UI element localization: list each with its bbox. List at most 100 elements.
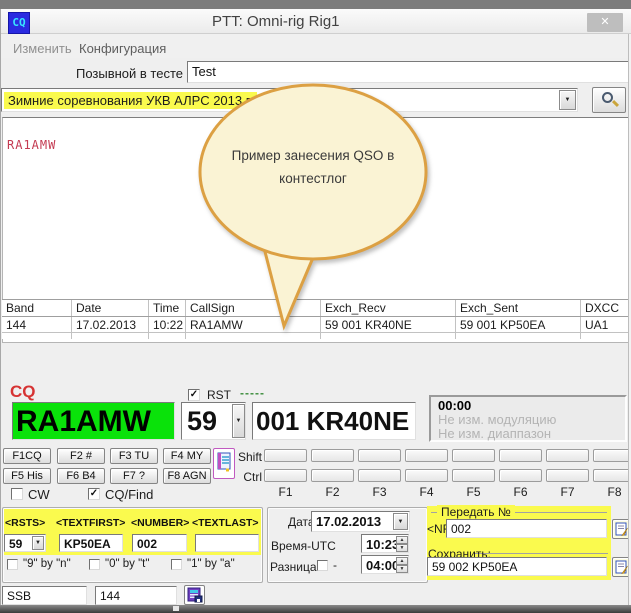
macro-header-number: <NUMBER> (131, 517, 189, 529)
exchange-input[interactable]: 001 KR40NE (252, 402, 416, 440)
close-icon: ✕ (600, 16, 609, 28)
callsign-input[interactable]: RA1AMW (12, 402, 175, 440)
search-icon-handle (612, 100, 619, 107)
spin-up-icon[interactable]: ▲ (396, 536, 408, 544)
shift-macro-slot[interactable] (452, 449, 495, 462)
cw-checkbox[interactable] (11, 488, 23, 500)
close-button[interactable]: ✕ (587, 13, 623, 32)
ctrl-macro-slot[interactable] (499, 469, 542, 482)
app-window: CQ PTT: Omni-rig Rig1 ✕ Изменить Конфигу… (0, 0, 631, 613)
left-window-border (0, 9, 1, 605)
ctrl-macro-slot[interactable] (311, 469, 354, 482)
sub-0t-checkbox[interactable] (89, 559, 100, 570)
sub-9n-label: "9" by "n" (23, 558, 71, 570)
fkey-button-f8agn[interactable]: F8 AGN (163, 468, 211, 484)
shift-macro-slot[interactable] (546, 449, 589, 462)
sub-9n-checkbox[interactable] (7, 559, 18, 570)
top-desktop-strip (0, 0, 631, 9)
number-input[interactable]: 002 (132, 534, 187, 552)
diff-checkbox[interactable] (317, 560, 328, 571)
menu-item-edit[interactable]: Изменить (13, 41, 72, 56)
ctrl-macro-slot[interactable] (452, 469, 495, 482)
shift-macro-slot[interactable] (311, 449, 354, 462)
fkey-button-f6b4[interactable]: F6 B4 (57, 468, 105, 484)
ctrl-macro-slot[interactable] (405, 469, 448, 482)
callout-balloon (150, 78, 480, 334)
fkey-button-f7[interactable]: F7 ? (110, 468, 158, 484)
sub-0t-label: "0" by "t" (105, 558, 149, 570)
mode-input[interactable]: SSB (2, 586, 87, 605)
check-icon: ✓ (190, 389, 198, 400)
rst-dropdown-button[interactable]: ▼ (232, 404, 245, 438)
window-title: PTT: Omni-rig Rig1 (212, 13, 340, 30)
doc-pencil-icon (615, 560, 629, 574)
shift-macro-slot[interactable] (264, 449, 307, 462)
date-dropdown-button[interactable]: ▼ (393, 513, 408, 530)
chevron-down-icon: ▼ (236, 418, 242, 424)
textfirst-input[interactable]: KP50EA (59, 534, 123, 552)
transmit-group-label: Передать № (437, 505, 515, 519)
spin-down-icon[interactable]: ▼ (396, 544, 408, 552)
fkey-column-label: F1 (264, 485, 307, 499)
column-header[interactable]: Date (72, 300, 149, 316)
chevron-down-icon: ▼ (565, 97, 571, 103)
callout-line-1: Пример занесения QSO в (212, 148, 414, 163)
save-exchange-input[interactable]: 59 002 KP50EA (427, 557, 607, 576)
cell-band: 144 (2, 317, 72, 332)
diff-label: Разница (270, 560, 317, 574)
fkey-column-label: F7 (546, 485, 589, 499)
fkey-button-f3tu[interactable]: F3 TU (110, 448, 158, 464)
macro-header-textfirst: <TEXTFIRST> (56, 517, 125, 529)
column-header[interactable]: DXCC (581, 300, 629, 316)
fkey-column-label: F3 (358, 485, 401, 499)
spin-up-icon[interactable]: ▲ (396, 557, 408, 565)
cell-dxcc: UA1 (581, 317, 629, 332)
bottom-edge-strip (0, 605, 631, 613)
rsts-dropdown-button[interactable]: ▼ (32, 536, 44, 550)
shift-macro-slot[interactable] (405, 449, 448, 462)
fkey-column-label: F5 (452, 485, 495, 499)
shift-macro-slot[interactable] (499, 449, 542, 462)
ctrl-macro-slot[interactable] (264, 469, 307, 482)
callout-text: Пример занесения QSO в контестлог (212, 148, 414, 186)
sub-1a-label: "1" by "a" (187, 558, 235, 570)
cq-label: CQ (10, 382, 36, 402)
rst-checkbox[interactable]: ✓ (188, 389, 200, 401)
fkey-column-label: F8 (593, 485, 631, 499)
column-header[interactable]: Band (2, 300, 72, 316)
ctrl-macro-slot[interactable] (546, 469, 589, 482)
app-icon: CQ (8, 12, 30, 34)
menu-item-configuration[interactable]: Конфигурация (79, 41, 166, 56)
rst-dashes: ----- (240, 386, 265, 400)
fkey-column-label: F4 (405, 485, 448, 499)
sub-1a-checkbox[interactable] (171, 559, 182, 570)
shift-macro-slot[interactable] (358, 449, 401, 462)
save-log-button[interactable] (184, 585, 205, 605)
contest-dropdown-button[interactable]: ▼ (559, 90, 576, 110)
textlast-input[interactable] (195, 534, 259, 552)
contest-search-button[interactable] (592, 87, 626, 113)
fkey-column-label: F6 (499, 485, 542, 499)
nr-input[interactable]: 002 (446, 519, 607, 538)
diff-spin-buttons[interactable]: ▲ ▼ (396, 557, 408, 572)
band-input[interactable]: 144 (95, 586, 177, 605)
fkey-button-f4my[interactable]: F4 MY (163, 448, 211, 464)
shift-macro-slot[interactable] (593, 449, 631, 462)
floppy-save-icon (187, 587, 203, 603)
ctrl-macro-slot[interactable] (358, 469, 401, 482)
cqfind-checkbox[interactable]: ✓ (88, 488, 100, 500)
time-spin-buttons[interactable]: ▲ ▼ (396, 536, 408, 551)
fkey-button-f2[interactable]: F2 # (57, 448, 105, 464)
rst-label: RST (207, 388, 231, 402)
status-line-band: Не изм. диаппазон (438, 426, 551, 441)
fkey-button-f5his[interactable]: F5 His (3, 468, 51, 484)
fkey-button-f1cq[interactable]: F1CQ (3, 448, 51, 464)
fkey-column-label: F2 (311, 485, 354, 499)
macro-header-rsts: <RSTS> (5, 517, 45, 529)
shift-label: Shift (228, 450, 262, 464)
spin-down-icon[interactable]: ▼ (396, 565, 408, 573)
ctrl-label: Ctrl (228, 470, 262, 484)
save-group-line (475, 553, 608, 554)
diff-dash-label: - (333, 558, 337, 572)
ctrl-macro-slot[interactable] (593, 469, 631, 482)
